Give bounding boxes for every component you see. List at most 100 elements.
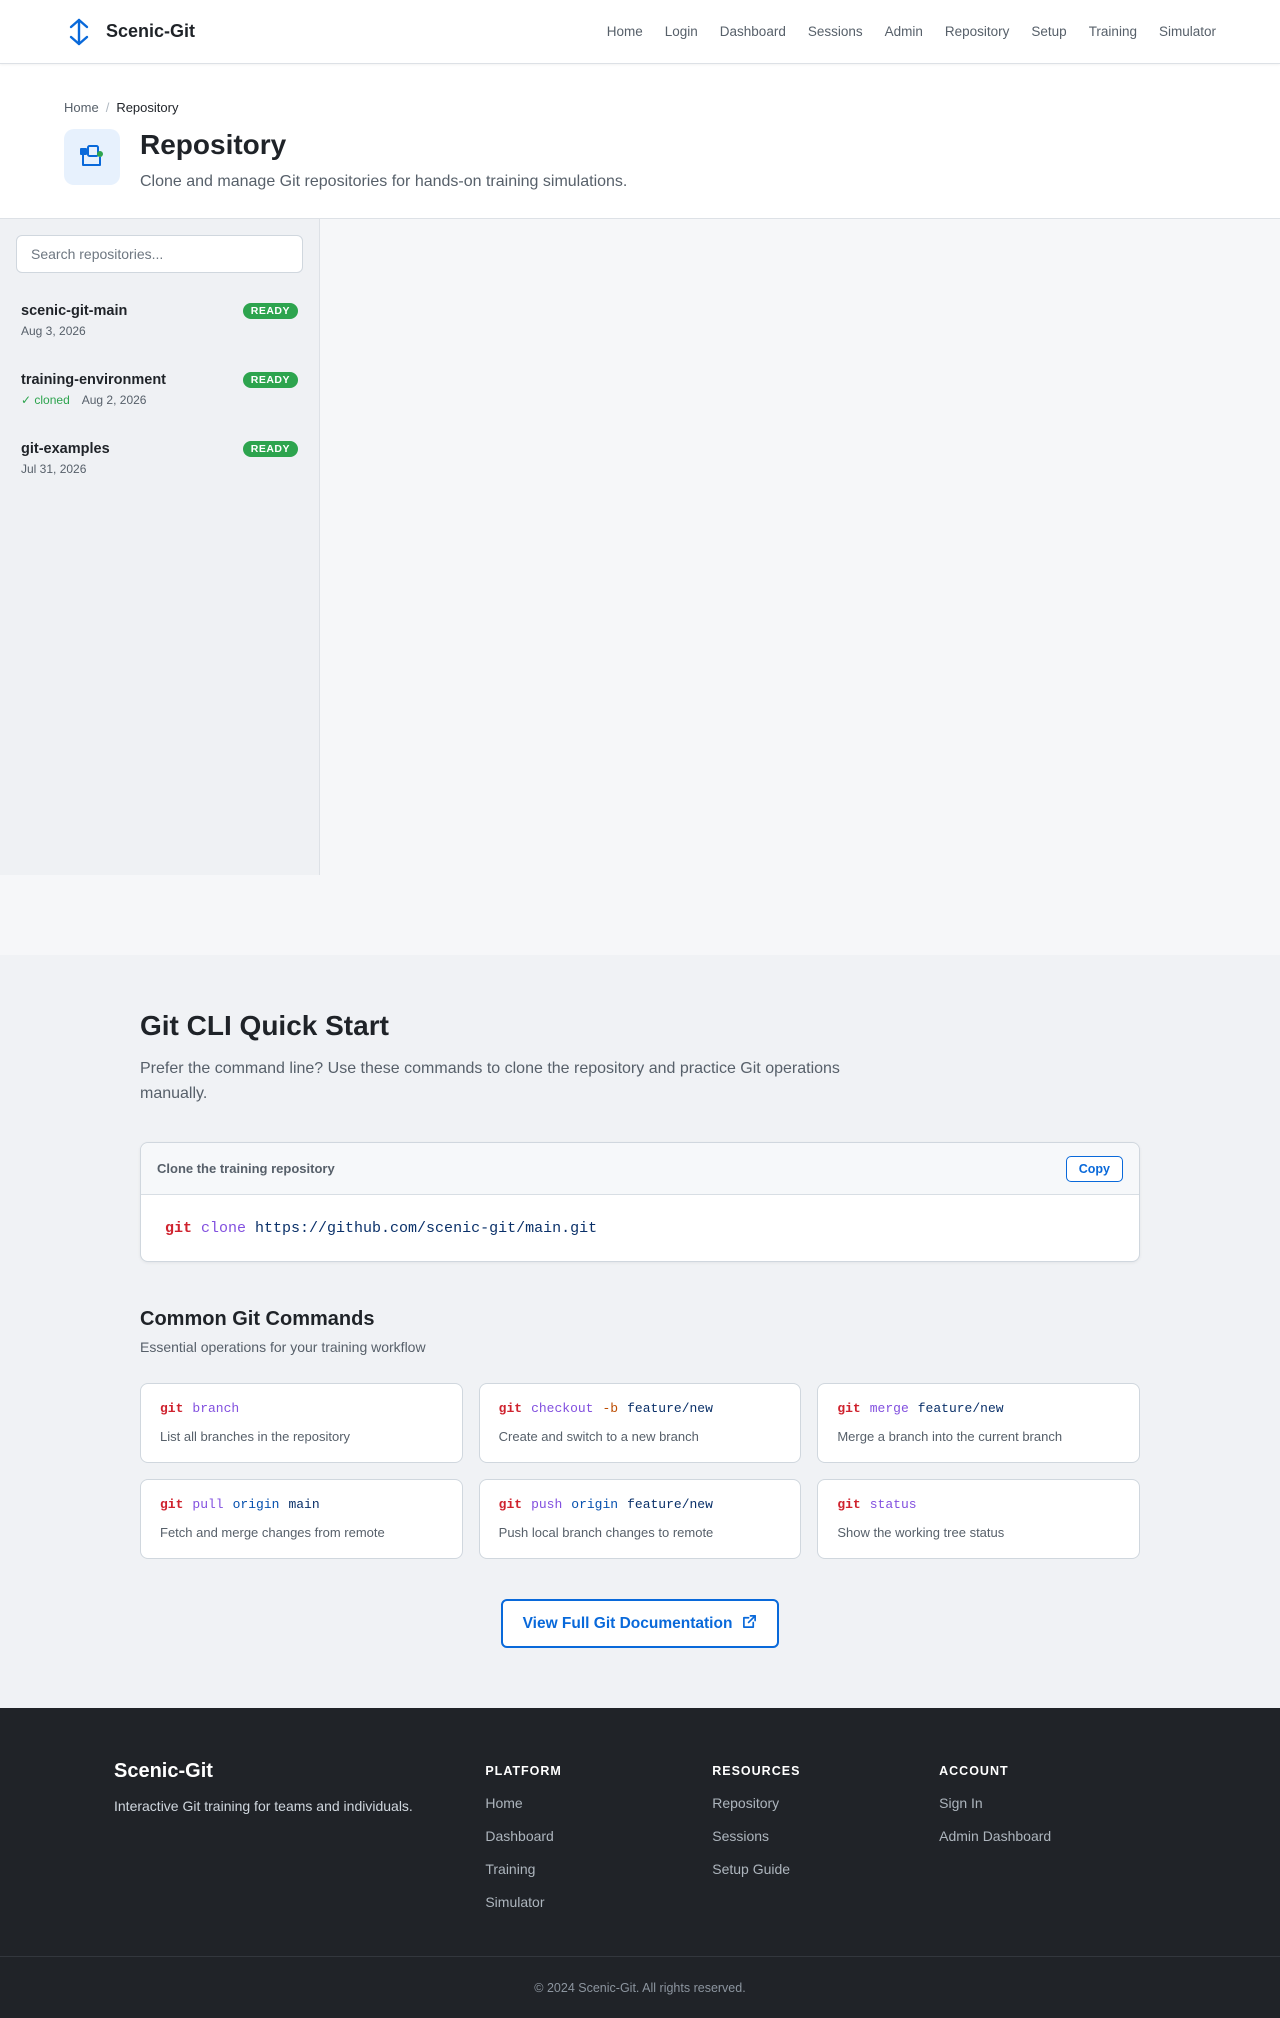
cmd-git: git xyxy=(160,1401,184,1416)
view-docs-button[interactable]: View Full Git Documentation xyxy=(500,1599,780,1648)
page-subtitle: Clone and manage Git repositories for ha… xyxy=(140,173,628,190)
footer-link-training[interactable]: Training xyxy=(485,1861,712,1877)
breadcrumb-home[interactable]: Home xyxy=(64,100,99,115)
nav-simulator[interactable]: Simulator xyxy=(1159,24,1216,39)
footer-brand: Scenic-Git Interactive Git training for … xyxy=(114,1760,485,1956)
main-nav: Home Login Dashboard Sessions Admin Repo… xyxy=(607,24,1216,39)
repository-name: training-environment xyxy=(21,372,167,388)
cli-title: Git CLI Quick Start xyxy=(140,1010,389,1041)
nav-admin[interactable]: Admin xyxy=(885,24,923,39)
cloned-indicator: ✓ cloned xyxy=(21,393,70,407)
command-card[interactable]: git merge feature/new Merge a branch into … xyxy=(817,1383,1140,1463)
command-card[interactable]: git checkout -b feature/new Create and swit… xyxy=(478,1383,802,1463)
repository-sidebar: scenic-git-main READY Aug 3, 2026 traini… xyxy=(0,219,320,875)
page-title: Repository xyxy=(140,129,287,160)
footer-brand-name: Scenic-Git xyxy=(114,1760,213,1782)
cmd-verb: pull xyxy=(192,1497,224,1512)
breadcrumb: Home / Repository xyxy=(64,100,1216,115)
common-commands-subtitle: Essential operations for your training w… xyxy=(140,1339,426,1355)
cmd-arg: feature/new xyxy=(917,1401,1004,1416)
nav-login[interactable]: Login xyxy=(665,24,698,39)
status-badge: READY xyxy=(242,303,298,319)
footer-link-sign-in[interactable]: Sign In xyxy=(939,1795,1166,1811)
cmd-verb: clone xyxy=(201,1219,247,1237)
nav-home[interactable]: Home xyxy=(607,24,643,39)
cmd-arg: feature/new xyxy=(627,1401,713,1416)
cmd-arg: feature/new xyxy=(627,1497,713,1512)
repository-list-item[interactable]: git-examples READY Jul 31, 2026 xyxy=(16,427,303,496)
status-badge: READY xyxy=(242,372,298,388)
repository-name: git-examples xyxy=(21,441,110,457)
cmd-git: git xyxy=(837,1401,861,1416)
clone-code-block: Clone the training repository Copy git cl… xyxy=(140,1142,1140,1262)
command-card[interactable]: git status Show the working tree status xyxy=(817,1479,1140,1559)
footer-link-simulator[interactable]: Simulator xyxy=(485,1894,712,1910)
cmd-git: git xyxy=(498,1497,523,1512)
cmd-git: git xyxy=(837,1497,861,1512)
command-description: Create and switch to a new branch xyxy=(498,1429,699,1444)
repository-list-item[interactable]: scenic-git-main READY Aug 3, 2026 xyxy=(16,289,303,358)
footer-link-sessions[interactable]: Sessions xyxy=(712,1828,939,1844)
command-card[interactable]: git branch List all branches in the repos… xyxy=(140,1383,463,1463)
nav-dashboard[interactable]: Dashboard xyxy=(720,24,786,39)
common-commands-title: Common Git Commands xyxy=(140,1308,375,1330)
footer-copyright: © 2024 Scenic-Git. All rights reserved. xyxy=(0,1956,1280,2018)
repository-date: Jul 31, 2026 xyxy=(21,462,87,476)
external-link-icon xyxy=(742,1614,757,1634)
cmd-git: git xyxy=(160,1497,184,1512)
cmd-verb: merge xyxy=(869,1401,909,1416)
footer-link-repository[interactable]: Repository xyxy=(712,1795,939,1811)
command-grid: git branch List all branches in the repos… xyxy=(140,1383,1140,1559)
footer-link-admin-dashboard[interactable]: Admin Dashboard xyxy=(939,1828,1166,1844)
command-card[interactable]: git pull origin main Fetch and merge change… xyxy=(140,1479,463,1559)
command-card[interactable]: git push origin feature/new Push local bran… xyxy=(478,1479,802,1559)
cmd-verb: branch xyxy=(192,1401,240,1416)
nav-setup[interactable]: Setup xyxy=(1031,24,1066,39)
cli-description: Prefer the command line? Use these comma… xyxy=(140,1060,840,1102)
nav-sessions[interactable]: Sessions xyxy=(808,24,863,39)
footer-column-title: PLATFORM xyxy=(485,1764,562,1778)
command-description: Merge a branch into the current branch xyxy=(837,1429,1063,1444)
repository-icon xyxy=(64,129,120,185)
repository-detail-panel xyxy=(320,219,1280,875)
command-description: List all branches in the repository xyxy=(160,1429,351,1444)
code-block-header: Clone the training repository Copy xyxy=(141,1143,1139,1195)
repository-search-input[interactable] xyxy=(16,235,303,273)
footer-link-dashboard[interactable]: Dashboard xyxy=(485,1828,712,1844)
site-footer: Scenic-Git Interactive Git training for … xyxy=(0,1708,1280,2018)
repository-workspace: scenic-git-main READY Aug 3, 2026 traini… xyxy=(0,219,1280,875)
cmd-verb: push xyxy=(531,1497,563,1512)
split-arrows-icon xyxy=(64,17,94,47)
footer-tagline: Interactive Git training for teams and i… xyxy=(114,1798,413,1814)
docs-button-wrap: View Full Git Documentation xyxy=(140,1599,1140,1648)
section-spacer xyxy=(0,875,1280,955)
footer-column-title: RESOURCES xyxy=(712,1764,801,1778)
footer-column-resources: RESOURCES Repository Sessions Setup Guid… xyxy=(712,1760,939,1956)
nav-repository[interactable]: Repository xyxy=(945,24,1010,39)
footer-column-title: ACCOUNT xyxy=(939,1764,1009,1778)
footer-link-home[interactable]: Home xyxy=(485,1795,712,1811)
footer-link-setup-guide[interactable]: Setup Guide xyxy=(712,1861,939,1877)
cmd-verb: status xyxy=(869,1497,917,1512)
brand-name: Scenic-Git xyxy=(106,21,196,41)
code-block-label: Clone the training repository xyxy=(157,1161,335,1176)
cmd-git: git xyxy=(498,1401,523,1416)
footer-column-account: ACCOUNT Sign In Admin Dashboard xyxy=(939,1760,1166,1956)
footer-main: Scenic-Git Interactive Git training for … xyxy=(0,1708,1280,1956)
breadcrumb-current: Repository xyxy=(116,100,179,115)
command-description: Push local branch changes to remote xyxy=(498,1525,714,1540)
cmd-arg: https://github.com/scenic-git/main.git xyxy=(255,1219,598,1237)
cmd-git: git xyxy=(165,1219,193,1237)
clone-command[interactable]: git clone https://github.com/scenic-git/ma… xyxy=(141,1195,1139,1261)
status-badge: READY xyxy=(242,441,298,457)
repository-date: Aug 3, 2026 xyxy=(21,324,86,338)
cli-quick-start: Git CLI Quick Start Prefer the command l… xyxy=(0,955,1280,1708)
breadcrumb-separator: / xyxy=(105,100,110,115)
repository-list: scenic-git-main READY Aug 3, 2026 traini… xyxy=(16,289,303,496)
repository-list-item[interactable]: training-environment READY ✓ cloned Aug … xyxy=(16,358,303,427)
nav-training[interactable]: Training xyxy=(1089,24,1137,39)
hero-text: Repository Clone and manage Git reposito… xyxy=(140,125,627,191)
command-description: Show the working tree status xyxy=(837,1525,1005,1540)
copy-button[interactable]: Copy xyxy=(1065,1155,1123,1182)
brand[interactable]: Scenic-Git xyxy=(64,17,195,47)
